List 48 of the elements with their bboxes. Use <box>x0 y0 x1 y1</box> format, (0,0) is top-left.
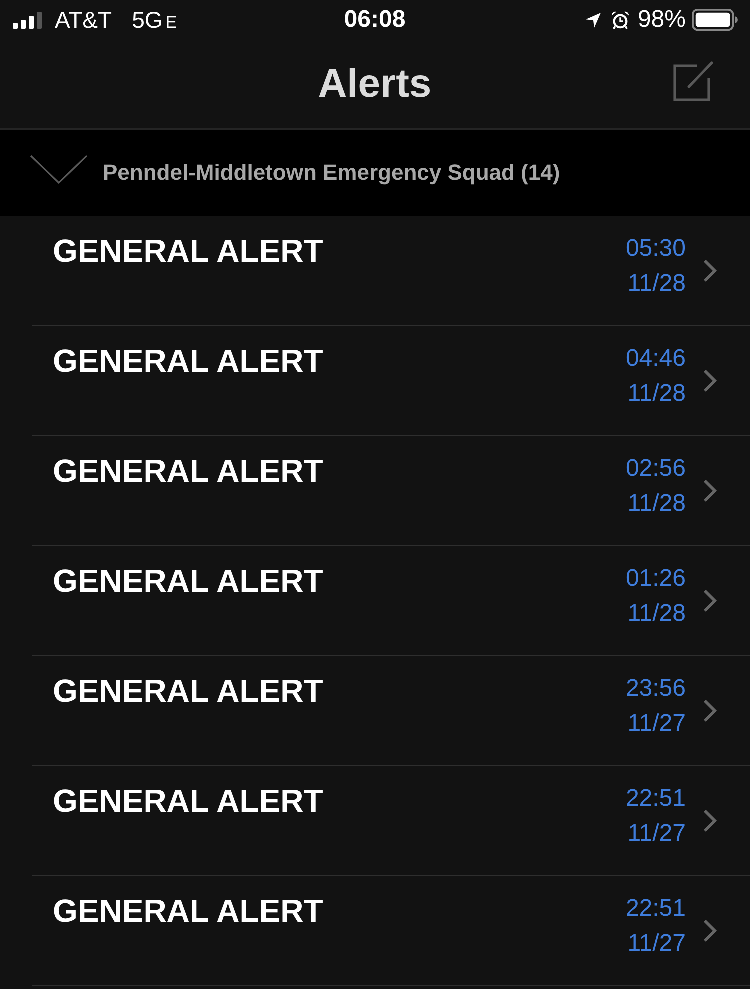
alert-title: GENERAL ALERT <box>53 235 324 267</box>
alert-title: GENERAL ALERT <box>53 455 324 487</box>
alert-date: 11/27 <box>628 709 686 739</box>
alert-row[interactable]: GENERAL ALERT 22:51 11/27 <box>32 876 750 986</box>
alert-date: 11/27 <box>628 929 686 959</box>
alarm-clock-icon <box>610 10 630 30</box>
alert-title: GENERAL ALERT <box>53 785 324 817</box>
alert-title: GENERAL ALERT <box>53 675 324 707</box>
alert-title: GENERAL ALERT <box>53 345 324 377</box>
alert-title: GENERAL ALERT <box>53 895 324 927</box>
alert-time: 04:46 <box>626 344 686 374</box>
chevron-right-icon <box>703 478 717 502</box>
alert-time: 01:26 <box>626 564 686 594</box>
alert-time: 05:30 <box>626 234 686 264</box>
alert-date: 11/28 <box>628 379 686 409</box>
alert-time: 22:51 <box>626 784 686 814</box>
alert-time: 22:51 <box>626 894 686 924</box>
carrier-label: AT&T <box>55 6 112 34</box>
chevron-down-icon <box>30 155 88 185</box>
group-header[interactable]: Penndel-Middletown Emergency Squad (14) <box>0 130 750 216</box>
alert-row[interactable]: GENERAL ALERT 23:56 11/27 <box>32 656 750 766</box>
alert-row[interactable]: GENERAL ALERT 01:26 11/28 <box>32 546 750 656</box>
clock-time: 06:08 <box>344 6 406 34</box>
chevron-right-icon <box>703 258 717 282</box>
alert-date: 11/27 <box>628 819 686 849</box>
alert-row[interactable]: GENERAL ALERT 05:30 11/28 <box>32 216 750 326</box>
network-type: 5G E <box>132 6 178 34</box>
alert-time: 02:56 <box>626 454 686 484</box>
screen-title: Alerts <box>318 62 432 106</box>
location-arrow-icon <box>586 12 601 28</box>
alert-title: GENERAL ALERT <box>53 565 324 597</box>
alert-row[interactable]: GENERAL ALERT 22:51 11/27 <box>32 766 750 876</box>
chevron-right-icon <box>703 588 717 612</box>
alert-row[interactable]: GENERAL ALERT 04:46 11/28 <box>32 326 750 436</box>
chevron-right-icon <box>703 698 717 722</box>
alert-date: 11/28 <box>628 489 686 519</box>
alert-date: 11/28 <box>628 599 686 629</box>
battery-percent: 98% <box>638 6 686 34</box>
chevron-right-icon <box>703 368 717 392</box>
alert-time: 23:56 <box>626 674 686 704</box>
compose-icon[interactable] <box>672 60 716 102</box>
chevron-right-icon <box>703 808 717 832</box>
alert-row[interactable]: GENERAL ALERT 02:56 11/28 <box>32 436 750 546</box>
chevron-right-icon <box>703 918 717 942</box>
alert-date: 11/28 <box>628 269 686 299</box>
group-title: Penndel-Middletown Emergency Squad (14) <box>103 160 560 186</box>
signal-icon <box>13 12 44 28</box>
battery-icon <box>692 9 738 31</box>
